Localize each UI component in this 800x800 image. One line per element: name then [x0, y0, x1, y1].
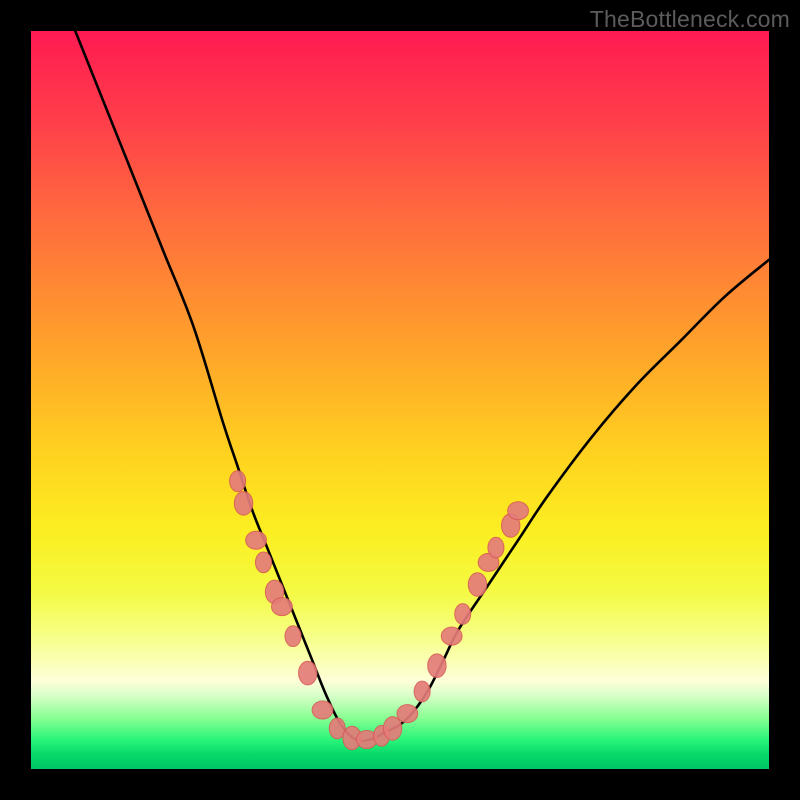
- data-marker: [230, 471, 246, 492]
- data-marker: [455, 604, 471, 625]
- watermark-text: TheBottleneck.com: [590, 6, 790, 33]
- data-marker: [299, 661, 317, 685]
- data-marker: [397, 705, 418, 723]
- data-marker: [441, 627, 462, 645]
- data-marker: [234, 492, 252, 516]
- data-marker: [508, 502, 529, 520]
- data-marker: [255, 552, 271, 573]
- data-marker: [428, 654, 446, 678]
- data-marker: [488, 537, 504, 558]
- bottleneck-curve: [75, 31, 769, 741]
- curve-layer: [75, 31, 769, 741]
- data-marker: [383, 717, 401, 741]
- data-marker: [272, 598, 293, 616]
- chart-svg: [0, 0, 800, 800]
- chart-frame: TheBottleneck.com: [0, 0, 800, 800]
- data-marker: [312, 701, 333, 719]
- marker-layer: [230, 471, 529, 750]
- data-marker: [246, 531, 267, 549]
- data-marker: [414, 681, 430, 702]
- data-marker: [285, 626, 301, 647]
- data-marker: [468, 573, 486, 597]
